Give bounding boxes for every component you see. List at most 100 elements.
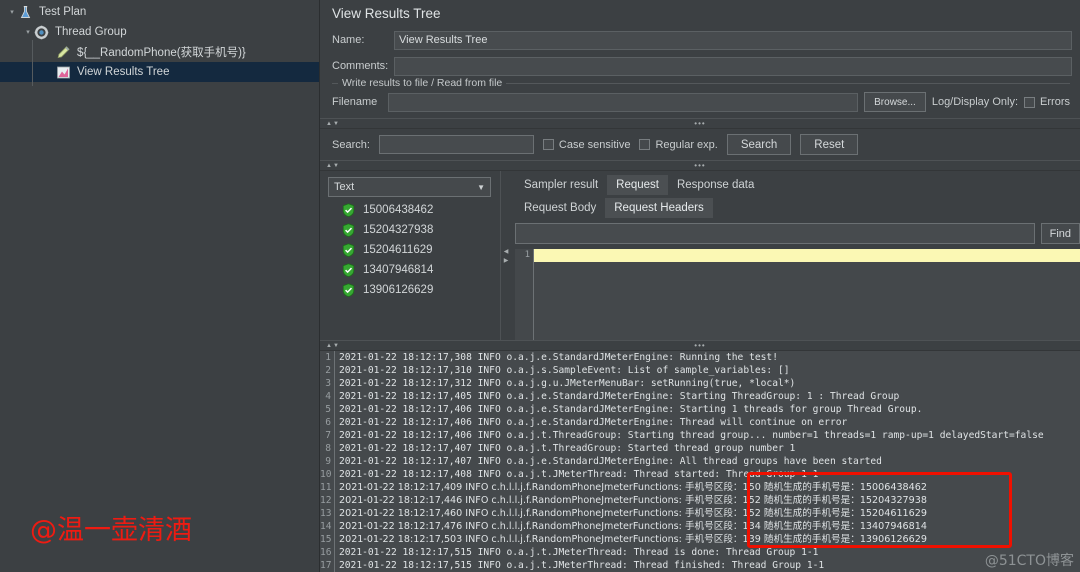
- find-input[interactable]: [515, 223, 1035, 244]
- log-text[interactable]: 1 2 3 4 5 6 7 8 9 10 11 12 13 14 15 16 1: [320, 351, 1080, 572]
- editor-line-numbers: 1: [524, 250, 530, 260]
- log-line: 2021-01-22 18:12:17,446 INFO c.h.l.l.j.f…: [339, 495, 927, 506]
- log-line-number: 8: [325, 443, 331, 454]
- tab-response-data[interactable]: Response data: [668, 175, 763, 195]
- list-item[interactable]: 13906126629: [328, 283, 500, 298]
- view-results-tree-panel: View Results Tree Name: View Results Tre…: [320, 0, 1080, 572]
- tree-node-label: ${__RandomPhone(获取手机号)}: [77, 47, 246, 59]
- log-line: 2021-01-22 18:12:17,308 INFO o.a.j.e.Sta…: [339, 352, 778, 363]
- splitter-console[interactable]: ▲▼ •••: [320, 340, 1080, 351]
- splitter-arrows-icon[interactable]: ▲▼: [326, 121, 340, 127]
- log-console[interactable]: 1 2 3 4 5 6 7 8 9 10 11 12 13 14 15 16 1: [320, 351, 1080, 572]
- log-line: 2021-01-22 18:12:17,405 INFO o.a.j.e.Sta…: [339, 391, 900, 402]
- log-line-number: 1: [325, 352, 331, 363]
- tree-node-label: Test Plan: [39, 6, 87, 18]
- chevron-down-icon[interactable]: ▾: [6, 8, 18, 16]
- name-label: Name:: [332, 34, 365, 46]
- search-button[interactable]: Search: [726, 134, 792, 155]
- errors-checkbox-wrap[interactable]: Errors: [1024, 96, 1070, 108]
- search-label: Search:: [332, 138, 370, 151]
- request-subtabs[interactable]: Request Body Request Headers: [511, 198, 1080, 218]
- chevron-down-icon[interactable]: ▼: [477, 183, 485, 192]
- comments-label: Comments:: [332, 60, 389, 72]
- find-bar: Find: [511, 218, 1080, 244]
- find-button[interactable]: Find: [1040, 223, 1080, 244]
- case-sensitive-checkbox[interactable]: [542, 139, 554, 150]
- tree-node-thread-group[interactable]: ▾ Thread Group: [0, 22, 319, 42]
- sample-result-list[interactable]: 15006438462 15204327938 15204611629 1340…: [328, 197, 500, 298]
- case-sensitive-wrap[interactable]: Case sensitive: [542, 139, 630, 151]
- filename-row: Filename Browse... Log/Display Only: Err…: [332, 92, 1070, 118]
- tree-node-label: View Results Tree: [77, 66, 170, 78]
- log-line-number: 2: [325, 365, 331, 376]
- regular-exp-checkbox[interactable]: [639, 139, 651, 150]
- editor-content[interactable]: [533, 249, 1080, 340]
- log-line-number: 14: [320, 521, 332, 532]
- log-line-number: 6: [325, 417, 331, 428]
- tab-request-headers[interactable]: Request Headers: [605, 198, 713, 218]
- test-plan-tree[interactable]: ▾ Test Plan ▾ Thread Group ${__RandomPho…: [0, 0, 320, 572]
- tree-node-test-plan[interactable]: ▾ Test Plan: [0, 2, 319, 22]
- log-line: 2021-01-22 18:12:17,407 INFO o.a.j.t.Thr…: [339, 443, 796, 454]
- list-item-label: 15204611629: [363, 244, 433, 256]
- log-line: 2021-01-22 18:12:17,476 INFO c.h.l.l.j.f…: [339, 521, 927, 532]
- list-item[interactable]: 15204327938: [328, 223, 500, 238]
- list-item-label: 15006438462: [363, 204, 434, 216]
- splitter-middle[interactable]: ▲▼ •••: [320, 160, 1080, 171]
- log-line-number: 15: [320, 534, 332, 545]
- reset-button[interactable]: Reset: [800, 134, 859, 155]
- write-results-group-label: Write results to file / Read from file: [338, 77, 507, 89]
- tree-node-random-phone-function[interactable]: ${__RandomPhone(获取手机号)}: [0, 42, 319, 62]
- tab-request[interactable]: Request: [607, 175, 668, 195]
- log-line: 2021-01-22 18:12:17,406 INFO o.a.j.e.Sta…: [339, 404, 923, 415]
- success-shield-icon: [342, 243, 355, 258]
- log-line-number: 10: [320, 469, 332, 480]
- thread-group-gear-icon: [34, 25, 49, 40]
- splitter-left-arrow-icon[interactable]: ◀: [504, 248, 509, 255]
- renderer-select[interactable]: Text ▼: [328, 177, 491, 197]
- errors-label: Errors: [1040, 96, 1070, 108]
- tab-request-body[interactable]: Request Body: [515, 198, 605, 218]
- name-input[interactable]: View Results Tree: [394, 30, 1072, 50]
- splitter-grip-icon[interactable]: •••: [694, 160, 705, 171]
- chevron-down-icon[interactable]: ▾: [22, 28, 34, 36]
- log-display-only-label: Log/Display Only:: [931, 96, 1019, 108]
- splitter-grip-icon[interactable]: •••: [694, 118, 705, 129]
- regular-exp-wrap[interactable]: Regular exp.: [639, 139, 718, 151]
- search-input[interactable]: [378, 135, 534, 154]
- comments-input[interactable]: [394, 56, 1072, 76]
- tree-node-view-results-tree[interactable]: View Results Tree: [0, 62, 319, 82]
- log-line: 2021-01-22 18:12:17,515 INFO o.a.j.t.JMe…: [339, 547, 819, 558]
- list-item[interactable]: 13407946814: [328, 263, 500, 278]
- log-line-numbers: 1 2 3 4 5 6 7 8 9 10 11 12 13 14 15 16 1: [320, 351, 334, 572]
- results-area: Text ▼ 15006438462 15204327938 152046116…: [320, 171, 1080, 340]
- browse-button[interactable]: Browse...: [864, 92, 926, 112]
- list-item[interactable]: 15006438462: [328, 203, 500, 218]
- errors-checkbox[interactable]: [1024, 96, 1036, 108]
- splitter-arrows-icon[interactable]: ▲▼: [326, 163, 340, 169]
- splitter-grip-icon[interactable]: •••: [694, 340, 705, 351]
- log-line-number: 3: [325, 378, 331, 389]
- detail-tabs[interactable]: Sampler result Request Response data: [511, 175, 1080, 195]
- log-line-number: 11: [320, 482, 332, 493]
- page-title: View Results Tree: [332, 6, 441, 21]
- search-bar: Search: Case sensitive Regular exp. Sear…: [320, 129, 1080, 160]
- request-headers-editor[interactable]: 1: [515, 249, 1080, 340]
- filename-input[interactable]: [388, 92, 859, 112]
- splitter-right-arrow-icon[interactable]: ▶: [504, 257, 509, 264]
- splitter-arrows-icon[interactable]: ▲▼: [326, 343, 340, 349]
- name-row: Name: View Results Tree: [320, 27, 1080, 53]
- vertical-splitter[interactable]: ◀ ▶: [500, 171, 511, 340]
- success-shield-icon: [342, 223, 355, 238]
- log-line: 2021-01-22 18:12:17,310 INFO o.a.j.s.Sam…: [339, 365, 790, 376]
- log-line: 2021-01-22 18:12:17,515 INFO o.a.j.t.JMe…: [339, 560, 825, 571]
- log-line-number: 7: [325, 430, 331, 441]
- success-shield-icon: [342, 283, 355, 298]
- tab-sampler-result[interactable]: Sampler result: [515, 175, 607, 195]
- list-item-label: 13906126629: [363, 284, 434, 296]
- log-line-number: 16: [320, 547, 332, 558]
- splitter-top[interactable]: ▲▼ •••: [320, 118, 1080, 129]
- list-item[interactable]: 15204611629: [328, 243, 500, 258]
- log-line: 2021-01-22 18:12:17,312 INFO o.a.j.g.u.J…: [339, 378, 796, 389]
- log-line: 2021-01-22 18:12:17,406 INFO o.a.j.e.Sta…: [339, 417, 848, 428]
